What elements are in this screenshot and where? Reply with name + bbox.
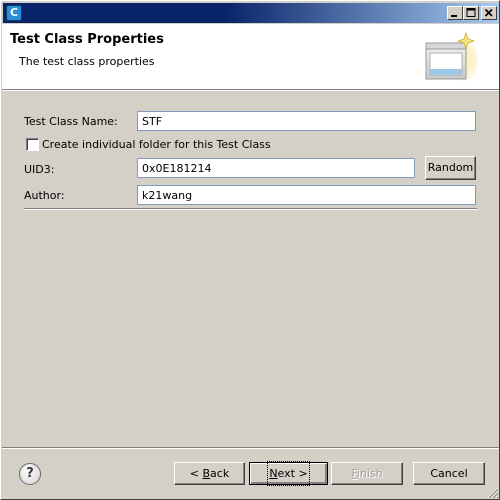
random-button-label: Random	[427, 161, 474, 174]
minimize-button[interactable]	[447, 6, 463, 20]
app-c-icon: C	[6, 5, 22, 21]
banner-separator	[2, 89, 499, 91]
random-button[interactable]: Random	[425, 156, 476, 180]
create-folder-checkbox[interactable]	[26, 138, 39, 151]
uid-label: UID3:	[24, 163, 55, 176]
finish-label: Finish	[351, 467, 383, 480]
cancel-label: Cancel	[430, 467, 468, 480]
page-title: Test Class Properties	[10, 32, 164, 47]
resize-grip-icon[interactable]	[487, 487, 499, 499]
wizard-window: C Test Class Properties The test class p…	[0, 0, 500, 500]
create-folder-label[interactable]: Create individual folder for this Test C…	[42, 138, 271, 151]
class-name-label: Test Class Name:	[24, 115, 118, 128]
wizard-banner: Test Class Properties The test class pro…	[2, 24, 499, 89]
close-button[interactable]	[481, 6, 497, 20]
close-icon	[484, 8, 493, 17]
maximize-button[interactable]	[463, 6, 479, 20]
uid-input[interactable]	[137, 158, 415, 178]
maximize-icon	[466, 8, 476, 17]
title-bar[interactable]: C	[3, 3, 499, 23]
button-bar-separator	[2, 447, 499, 449]
minimize-icon	[451, 15, 457, 17]
finish-button[interactable]: Finish	[331, 462, 403, 485]
page-description: The test class properties	[19, 55, 155, 68]
back-button[interactable]: < Back	[174, 462, 245, 485]
next-label: Next >	[267, 461, 310, 486]
author-input[interactable]	[137, 185, 476, 205]
form-separator	[24, 208, 477, 210]
author-label: Author:	[24, 189, 65, 202]
back-label: < Back	[189, 467, 230, 480]
wizard-banner-icon	[425, 31, 478, 83]
class-name-input[interactable]	[137, 111, 476, 131]
next-button[interactable]: Next >	[249, 461, 328, 486]
help-icon[interactable]: ?	[19, 463, 41, 485]
cancel-button[interactable]: Cancel	[413, 462, 485, 485]
